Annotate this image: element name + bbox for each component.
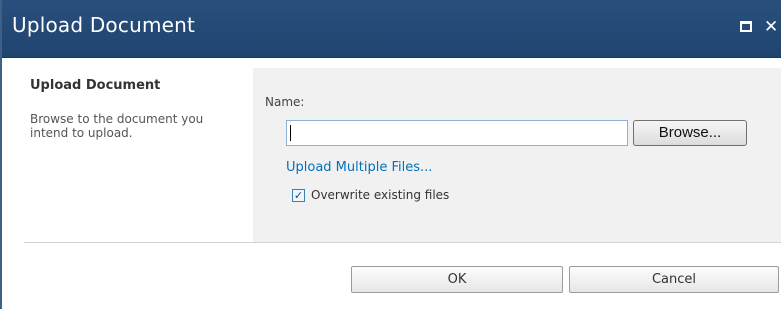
- overwrite-checkbox[interactable]: ✓: [292, 189, 305, 202]
- ok-button[interactable]: OK: [351, 266, 563, 293]
- file-path-input[interactable]: [286, 120, 628, 146]
- section-description: Browse to the document you intend to upl…: [30, 112, 204, 140]
- divider: [24, 242, 781, 243]
- cancel-button[interactable]: Cancel: [569, 266, 779, 293]
- overwrite-checkbox-label[interactable]: Overwrite existing files: [311, 188, 449, 202]
- close-icon[interactable]: ✕: [764, 19, 778, 36]
- text-caret: [290, 125, 291, 141]
- dialog-titlebar: Upload Document ✕: [2, 0, 781, 58]
- maximize-icon[interactable]: [740, 19, 752, 32]
- section-description-panel: [4, 68, 252, 242]
- section-form-panel: [253, 68, 781, 242]
- upload-dialog: Upload Document ✕ Upload Document Browse…: [0, 0, 781, 309]
- name-label: Name:: [265, 95, 305, 109]
- dialog-title: Upload Document: [12, 13, 196, 37]
- browse-button[interactable]: Browse...: [633, 120, 747, 146]
- section-title: Upload Document: [30, 78, 161, 93]
- upload-multiple-files-link[interactable]: Upload Multiple Files...: [286, 160, 432, 175]
